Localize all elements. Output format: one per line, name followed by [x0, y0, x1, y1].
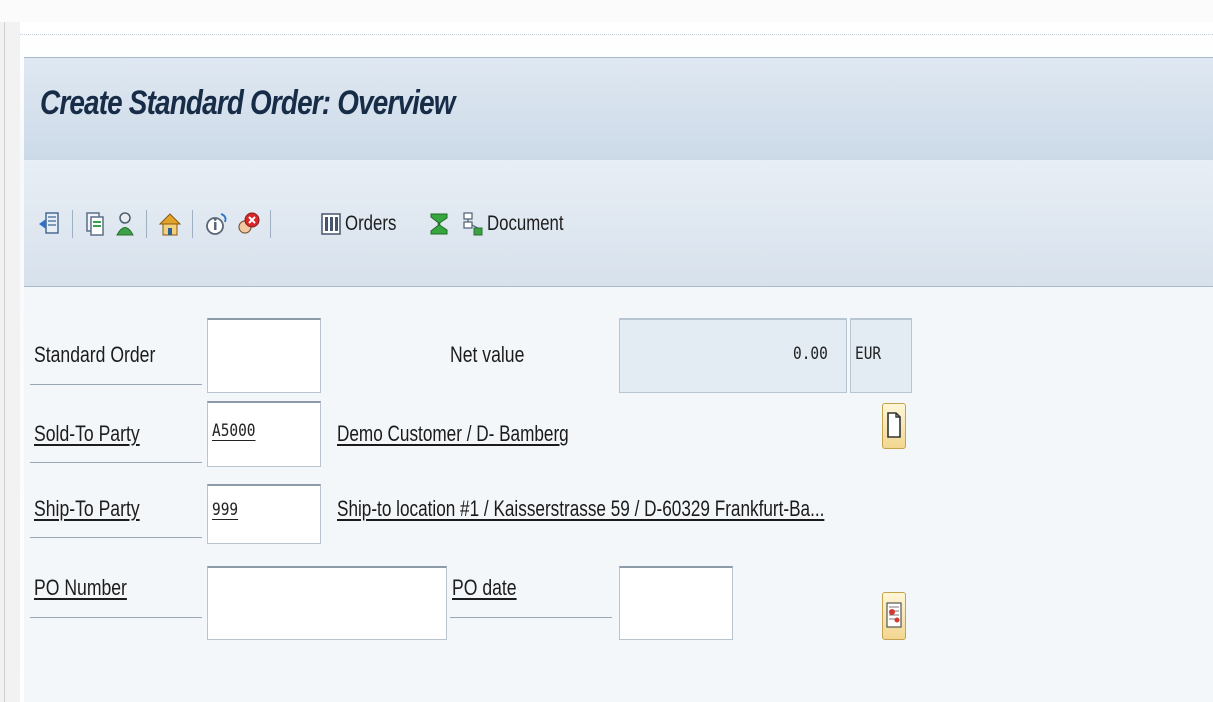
cancel-button[interactable] [236, 204, 262, 244]
outer-left-strip [0, 22, 20, 702]
info-icon [206, 213, 227, 235]
sold-to-party-label[interactable]: Sold-To Party [34, 421, 140, 447]
toolbar-separator [146, 210, 147, 238]
details-document-icon [887, 412, 901, 438]
net-value-currency: EUR [855, 344, 882, 364]
sum-icon [430, 213, 448, 235]
sold-to-party-value: A5000 [212, 421, 256, 441]
net-value-field: 0.00 [619, 318, 847, 393]
toolbar-separator [270, 210, 271, 238]
ship-to-party-value: 999 [212, 500, 239, 520]
toolbar-separator [72, 210, 73, 238]
net-value-currency-field: EUR [850, 318, 912, 393]
home-icon [158, 213, 182, 236]
net-value-amount: 0.00 [793, 344, 828, 364]
po-date-label-underline [450, 617, 612, 618]
orders-button[interactable]: Orders [320, 204, 409, 244]
po-number-label[interactable]: PO Number [34, 575, 127, 601]
orders-label: Orders [345, 212, 397, 235]
frame-dotted-line [20, 34, 1213, 35]
sold-to-details-button[interactable] [882, 403, 906, 449]
sold-to-party-label-underline [30, 462, 202, 463]
home-button[interactable] [158, 204, 182, 244]
po-date-label[interactable]: PO date [452, 575, 517, 601]
page-title: Create Standard Order: Overview [40, 84, 455, 122]
po-date-calendar-button[interactable] [882, 592, 906, 640]
orders-list-icon [321, 213, 341, 235]
ship-to-party-description[interactable]: Ship-to location #1 / Kaisserstrasse 59 … [337, 496, 824, 522]
info-button[interactable] [204, 204, 230, 244]
net-value-label: Net value [450, 342, 525, 367]
document-flow-icon [463, 212, 483, 236]
document-flow-button[interactable]: Document [462, 204, 583, 244]
title-bar: Create Standard Order: Overview [24, 57, 1213, 161]
standard-order-label-underline [30, 384, 202, 385]
document-label: Document [487, 212, 564, 235]
display-header-button[interactable] [38, 204, 62, 244]
cancel-icon [238, 212, 260, 234]
po-date-calendar-icon [886, 602, 902, 628]
sold-to-party-description[interactable]: Demo Customer / D- Bamberg [337, 421, 569, 447]
copy-document-button[interactable] [84, 204, 106, 244]
toolbar-separator [192, 210, 193, 238]
partner-button[interactable] [114, 204, 136, 244]
sum-button[interactable] [428, 204, 450, 244]
application-toolbar: Orders Document [24, 160, 1213, 287]
po-number-label-underline [30, 617, 202, 618]
ship-to-party-field[interactable]: 999 [207, 484, 321, 544]
ship-to-party-label-underline [30, 537, 202, 538]
po-number-field[interactable] [207, 566, 447, 640]
copy-document-icon [86, 212, 104, 236]
sold-to-party-field[interactable]: A5000 [207, 401, 321, 467]
outer-top-strip [0, 0, 1213, 22]
display-header-icon [39, 212, 59, 234]
ship-to-party-label[interactable]: Ship-To Party [34, 496, 140, 522]
user-partner-icon [116, 212, 134, 236]
standard-order-label: Standard Order [34, 342, 156, 367]
outer-left-border [4, 22, 5, 702]
standard-order-field[interactable] [207, 318, 321, 393]
po-date-field[interactable] [619, 566, 733, 640]
